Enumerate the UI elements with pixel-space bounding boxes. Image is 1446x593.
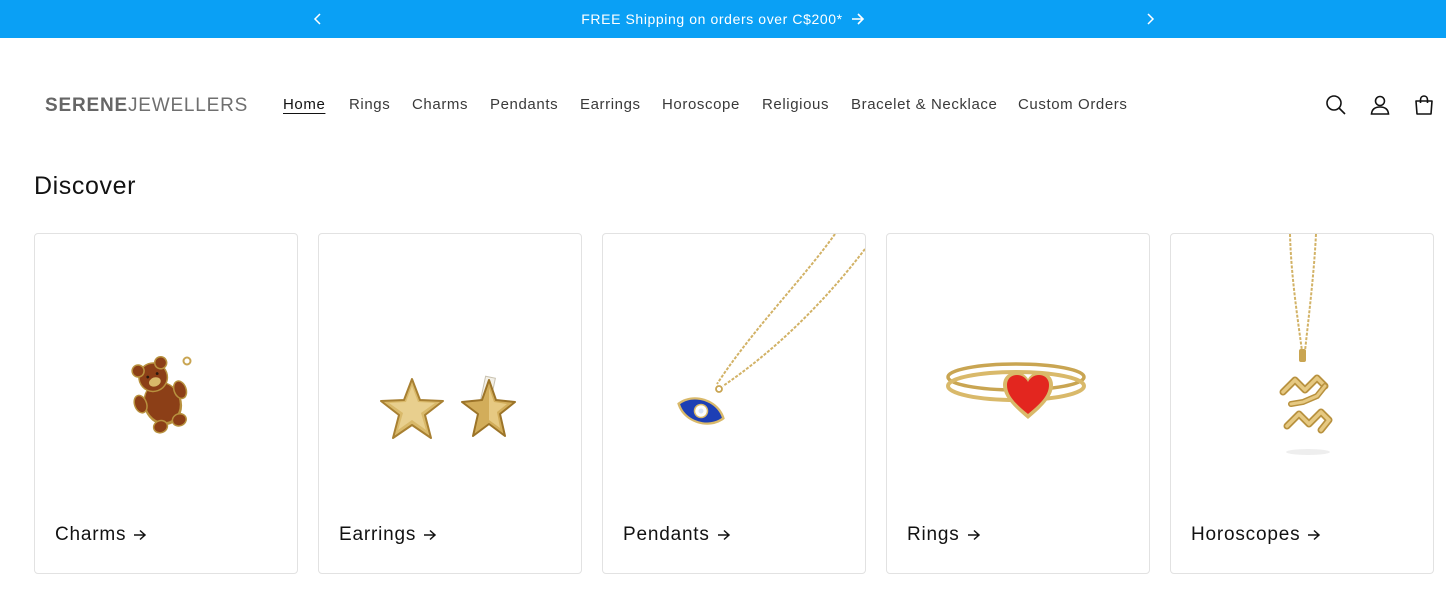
- search-button[interactable]: [1324, 93, 1348, 117]
- announcement-message: FREE Shipping on orders over C$200*: [0, 0, 1446, 38]
- nav-rings[interactable]: Rings: [349, 96, 390, 113]
- heart-ring-image: [946, 362, 1086, 419]
- nav-religious[interactable]: Religious: [762, 96, 829, 113]
- collection-card-charms[interactable]: Charms: [34, 233, 298, 574]
- nav-horoscope[interactable]: Horoscope: [662, 96, 740, 113]
- announcement-link[interactable]: FREE Shipping on orders over C$200*: [581, 11, 864, 27]
- cart-icon: [1415, 95, 1433, 115]
- arrow-right-icon: [424, 529, 437, 541]
- arrow-right-icon: [967, 529, 980, 541]
- star-stud-earrings-image: [380, 375, 516, 439]
- nav-home[interactable]: Home: [283, 96, 325, 113]
- chevron-right-icon: [1147, 13, 1155, 25]
- announcement-text: FREE Shipping on orders over C$200*: [581, 11, 843, 27]
- nav-bracelet-necklace[interactable]: Bracelet & Necklace: [851, 96, 997, 113]
- arrow-right-icon: [851, 13, 864, 25]
- collection-label-charms: Charms: [55, 524, 147, 546]
- arrow-right-icon: [1308, 529, 1321, 541]
- collection-title: Charms: [55, 524, 127, 545]
- account-icon: [1370, 95, 1390, 115]
- cart-button[interactable]: [1412, 93, 1436, 117]
- collection-card-earrings[interactable]: Earrings: [318, 233, 582, 574]
- site-logo[interactable]: SERENEJEWELLERS: [45, 95, 248, 117]
- nav-earrings[interactable]: Earrings: [580, 96, 641, 113]
- teddy-bear-charm-image: [131, 356, 192, 434]
- collection-title: Pendants: [623, 524, 710, 545]
- collection-label-horoscopes: Horoscopes: [1191, 524, 1321, 546]
- collection-title: Rings: [907, 524, 960, 545]
- aquarius-pendant-image: [1279, 234, 1333, 455]
- account-button[interactable]: [1368, 93, 1392, 117]
- nav-pendants[interactable]: Pendants: [490, 96, 558, 113]
- collection-title: Earrings: [339, 524, 417, 545]
- arrow-right-icon: [717, 529, 730, 541]
- collection-label-pendants: Pendants: [623, 524, 731, 546]
- announcement-bar: FREE Shipping on orders over C$200*: [0, 0, 1446, 38]
- announcement-next-button[interactable]: [1138, 7, 1162, 31]
- search-icon: [1326, 95, 1346, 115]
- nav-charms[interactable]: Charms: [412, 96, 468, 113]
- collection-card-pendants[interactable]: Pendants: [602, 233, 866, 574]
- collection-title: Horoscopes: [1191, 524, 1301, 545]
- discover-heading: Discover: [34, 172, 137, 200]
- nav-custom-orders[interactable]: Custom Orders: [1018, 96, 1128, 113]
- collection-label-rings: Rings: [907, 524, 981, 546]
- logo-bold-text: SERENE: [45, 95, 128, 116]
- logo-light-text: JEWELLERS: [127, 95, 249, 116]
- arrow-right-icon: [134, 529, 147, 541]
- collection-card-rings[interactable]: Rings: [886, 233, 1150, 574]
- collection-label-earrings: Earrings: [339, 524, 437, 546]
- collection-card-horoscopes[interactable]: Horoscopes: [1170, 233, 1434, 574]
- evil-eye-pendant-image: [677, 234, 865, 425]
- site-header: SERENEJEWELLERS Home Rings Charms Pendan…: [0, 38, 1446, 172]
